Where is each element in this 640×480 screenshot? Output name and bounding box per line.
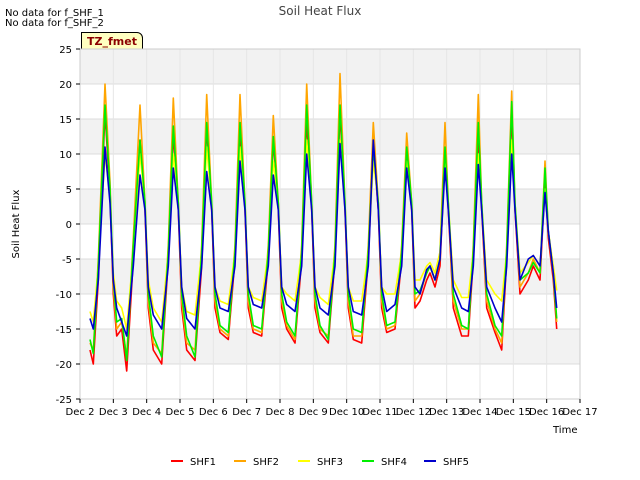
legend-label-shf4: SHF4: [381, 457, 407, 468]
x-tick-label: Dec 10: [329, 407, 364, 418]
y-tick-label: -10: [56, 290, 72, 301]
x-tick-label: Dec 9: [299, 407, 328, 418]
y-tick-label: 0: [66, 220, 72, 231]
soil-heat-flux-chart: -25 -20 -15 -10 -5 0 5 10 15 20 25 Dec 2 Dec 3 Dec 4 D…: [11, 4, 598, 468]
y-tick-label: -5: [62, 255, 72, 266]
grid-band: [80, 189, 580, 224]
legend-label-shf5: SHF5: [443, 457, 469, 468]
x-tick-label: Dec 6: [199, 407, 228, 418]
legend-label-shf2: SHF2: [253, 457, 279, 468]
x-tick-label: Dec 7: [232, 407, 261, 418]
y-axis-label: Soil Heat Flux: [11, 189, 22, 258]
x-tick-label: Dec 5: [166, 407, 195, 418]
x-tick-label: Dec 8: [266, 407, 295, 418]
y-tick-label: -15: [56, 325, 72, 336]
y-tick-label: 5: [66, 185, 72, 196]
x-tick-label: Dec 16: [529, 407, 564, 418]
y-tick-label: -25: [56, 395, 72, 406]
grid-band: [80, 119, 580, 154]
legend-label-shf1: SHF1: [190, 457, 216, 468]
x-tick-label: Dec 3: [99, 407, 128, 418]
y-tick-label: 15: [59, 115, 72, 126]
y-tick-label: 20: [59, 80, 72, 91]
x-tick-label: Dec 15: [496, 407, 531, 418]
legend-label-shf3: SHF3: [317, 457, 343, 468]
x-tick-label: Dec 12: [396, 407, 431, 418]
x-tick-label: Dec 14: [462, 407, 497, 418]
x-tick-label: Dec 17: [562, 407, 597, 418]
grid-band: [80, 49, 580, 84]
chart-title: Soil Heat Flux: [279, 4, 362, 18]
x-tick-label: Dec 13: [429, 407, 464, 418]
y-tick-label: 25: [59, 45, 72, 56]
x-axis-label: Time: [552, 425, 577, 436]
y-tick-label: 10: [59, 150, 72, 161]
x-tick-label: Dec 2: [66, 407, 95, 418]
y-tick-label: -20: [56, 360, 72, 371]
x-tick-label: Dec 11: [362, 407, 397, 418]
grid-band: [80, 329, 580, 364]
x-tick-label: Dec 4: [132, 407, 161, 418]
